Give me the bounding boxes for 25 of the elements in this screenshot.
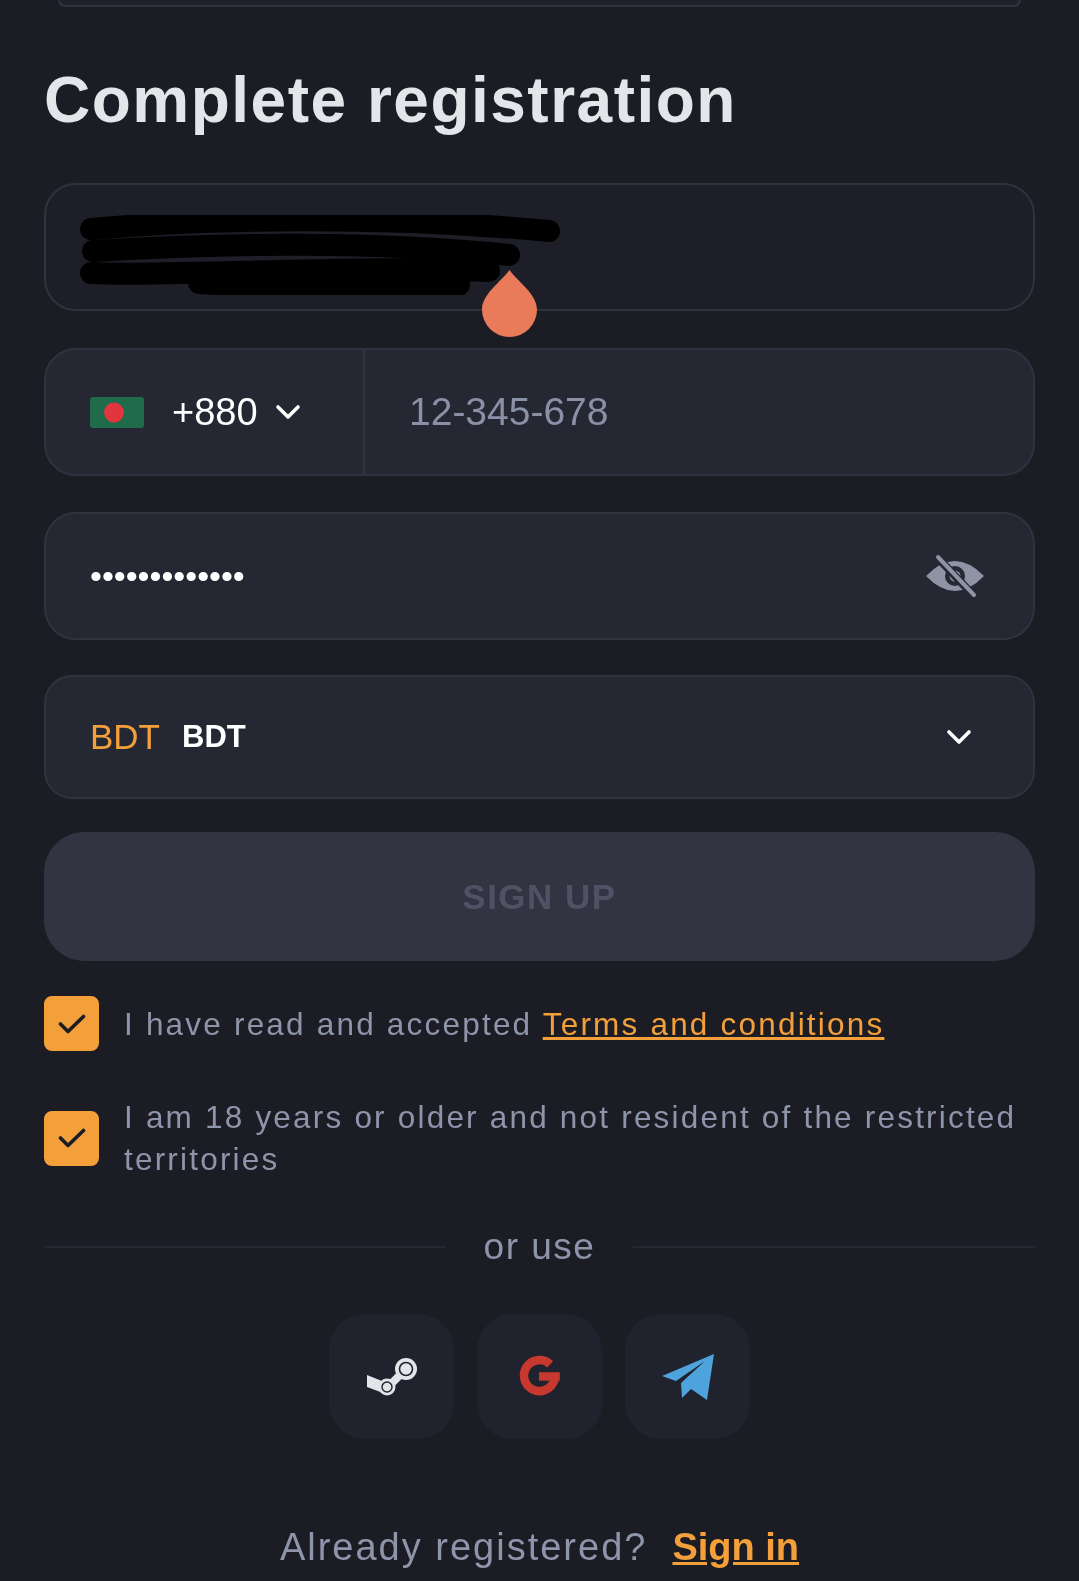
steam-login-button[interactable] — [329, 1314, 454, 1439]
agreement-label: I have read and accepted Terms and conditions — [124, 1004, 885, 1044]
sign-in-link[interactable]: Sign in — [672, 1525, 800, 1569]
agreement-label: I am 18 years or older and not resident of the restricted territories — [124, 1098, 1018, 1179]
terms-link[interactable]: Terms and conditions — [542, 1005, 885, 1042]
eye-slash-icon[interactable] — [924, 554, 986, 598]
check-icon — [57, 1128, 86, 1148]
separator-label: or use — [482, 1227, 597, 1267]
page-title: Complete registration — [44, 64, 738, 136]
chevron-down-icon — [274, 404, 301, 420]
chevron-down-icon — [946, 729, 972, 745]
flag-icon — [90, 396, 144, 428]
checkbox[interactable] — [44, 996, 99, 1051]
google-login-button[interactable] — [477, 1314, 602, 1439]
password-field[interactable]: ••••••••••••• — [44, 512, 1035, 640]
phone-number-input[interactable]: 12-345-678 — [365, 348, 1035, 476]
checkbox[interactable] — [44, 1110, 99, 1166]
paper-plane-icon — [661, 1353, 714, 1400]
steam-logo-icon — [364, 1356, 419, 1397]
cursor-handle-icon[interactable] — [482, 270, 537, 337]
check-icon — [57, 1013, 86, 1034]
sign-in-prompt: Already registered? — [279, 1525, 648, 1569]
currency-select[interactable]: BDT BDT — [44, 675, 1035, 799]
telegram-login-button[interactable] — [625, 1314, 750, 1439]
country-code-selector[interactable]: +880 — [44, 348, 365, 476]
